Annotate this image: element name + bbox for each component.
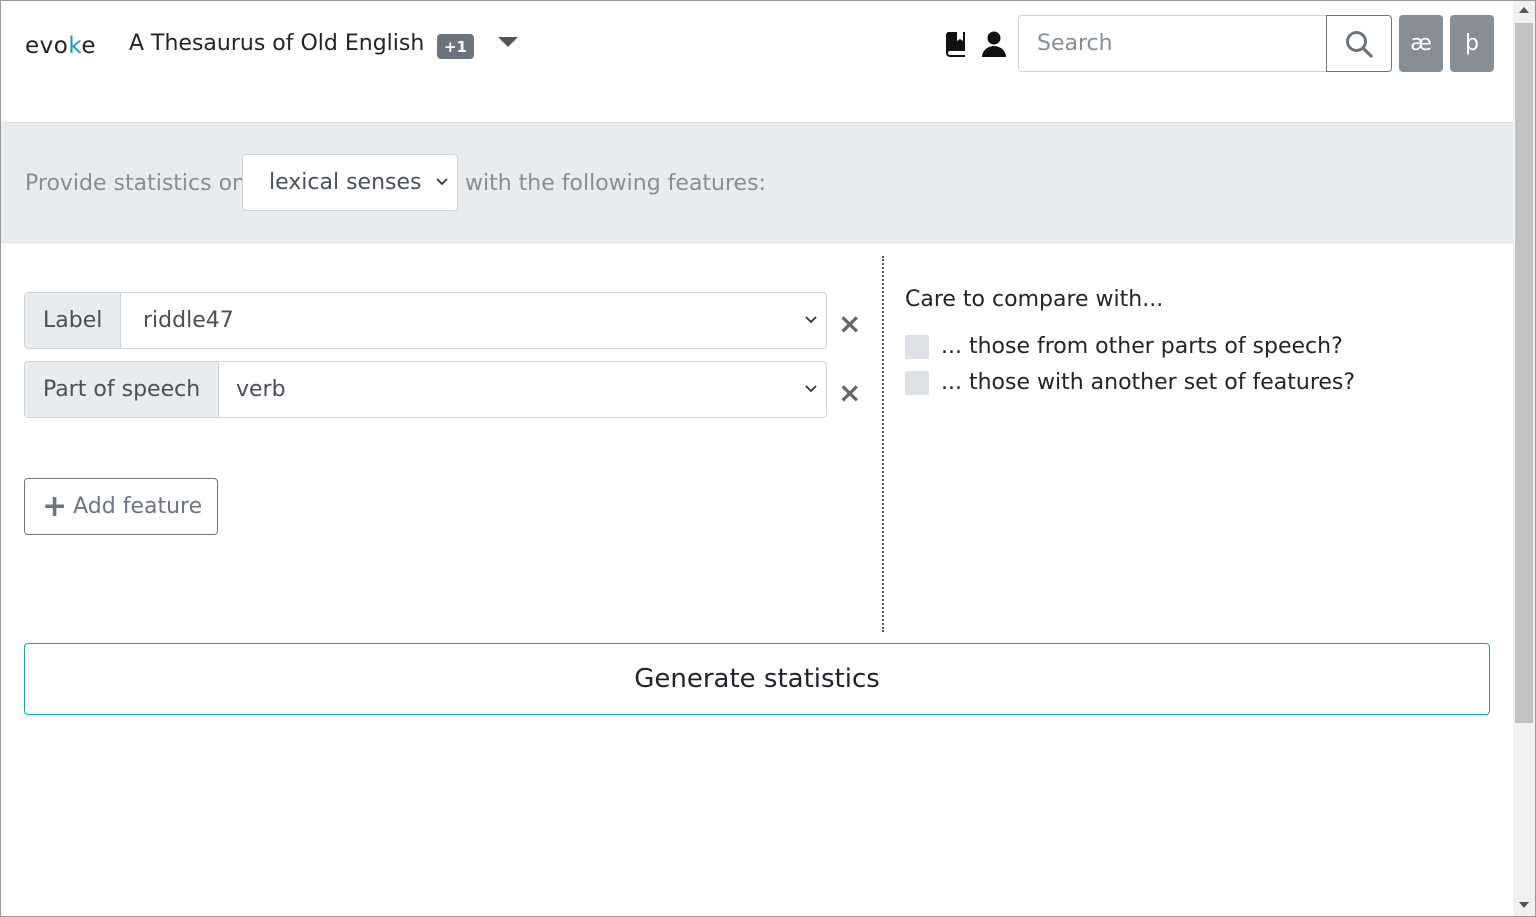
search-button[interactable]: [1326, 15, 1392, 72]
feature-row-part-of-speech: Part of speech verb: [24, 361, 827, 418]
compare-pos-label[interactable]: ... those from other parts of speech?: [941, 334, 1343, 359]
scrollbar[interactable]: [1513, 1, 1535, 916]
column-divider: [882, 256, 884, 632]
feature-row-label: Label riddle47: [24, 292, 827, 349]
insert-thorn-button[interactable]: þ: [1450, 15, 1494, 72]
insert-ae-button[interactable]: æ: [1399, 15, 1443, 72]
compare-option-features[interactable]: ... those with another set of features?: [905, 370, 1355, 395]
logo-part-k: k: [68, 33, 82, 59]
band-prefix-text: Provide statistics on: [25, 171, 246, 196]
statistics-target-value: lexical senses: [269, 170, 422, 195]
query-band: Provide statistics on lexical senses wit…: [1, 122, 1513, 243]
chevron-down-icon: [436, 178, 448, 186]
compare-title: Care to compare with...: [905, 287, 1164, 312]
add-feature-label: Add feature: [73, 494, 203, 519]
book-icon[interactable]: [945, 31, 967, 57]
scroll-up-arrow-icon[interactable]: [1519, 7, 1529, 13]
caret-down-icon[interactable]: [498, 37, 518, 47]
feature-label-tag: Part of speech: [25, 362, 220, 417]
app-title[interactable]: A Thesaurus of Old English: [129, 31, 424, 56]
logo-part-2: e: [81, 33, 96, 59]
add-feature-button[interactable]: + Add feature: [24, 478, 218, 535]
user-icon[interactable]: [981, 31, 1007, 57]
band-suffix-text: with the following features:: [465, 171, 766, 196]
feature-value-select[interactable]: riddle47: [143, 293, 234, 348]
search-icon: [1346, 30, 1373, 58]
evoke-logo[interactable]: evoke: [25, 33, 96, 59]
remove-feature-label-button[interactable]: ×: [838, 310, 861, 338]
chevron-down-icon: [805, 385, 817, 393]
plus-icon: +: [42, 488, 68, 524]
feature-value-select[interactable]: verb: [236, 362, 286, 417]
logo-part-1: evo: [25, 33, 69, 59]
statistics-target-select[interactable]: lexical senses: [242, 154, 458, 211]
generate-statistics-button[interactable]: Generate statistics: [24, 643, 1490, 715]
remove-feature-pos-button[interactable]: ×: [838, 379, 861, 407]
resource-count-badge[interactable]: +1: [437, 34, 474, 59]
scroll-down-arrow-icon[interactable]: [1519, 902, 1529, 908]
compare-features-checkbox[interactable]: [905, 370, 929, 395]
feature-label-tag: Label: [25, 293, 122, 348]
top-navbar: evoke A Thesaurus of Old English +1 æ þ: [1, 1, 1513, 122]
compare-features-label[interactable]: ... those with another set of features?: [941, 370, 1355, 395]
scrollbar-thumb[interactable]: [1515, 23, 1533, 723]
compare-pos-checkbox[interactable]: [905, 334, 929, 359]
search-input[interactable]: [1018, 15, 1328, 72]
compare-option-pos[interactable]: ... those from other parts of speech?: [905, 334, 1343, 359]
chevron-down-icon: [805, 316, 817, 324]
